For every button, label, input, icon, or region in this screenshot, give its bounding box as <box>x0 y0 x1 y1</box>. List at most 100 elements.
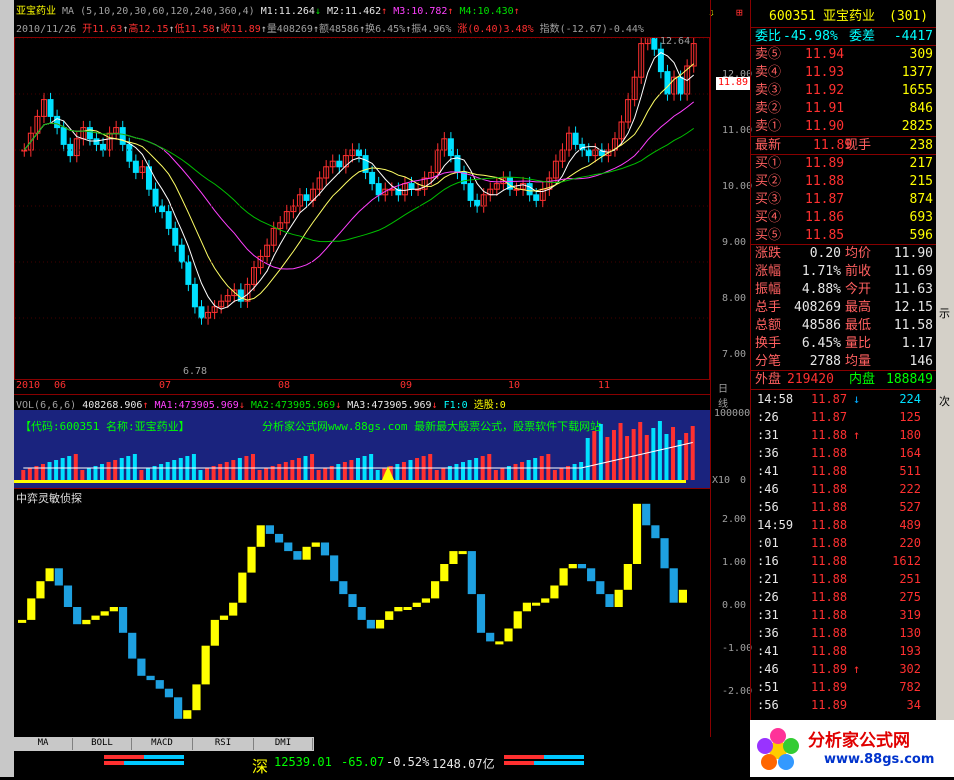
candle-body <box>651 20 658 50</box>
stat-row: 总额 48586 最低 11.58 <box>753 317 935 335</box>
volume-bar <box>638 422 643 480</box>
bid-volume: 874 <box>909 192 933 207</box>
oscillator-block <box>192 684 201 711</box>
oscillator-block <box>651 525 660 539</box>
tab-macd[interactable]: MACD <box>132 738 193 750</box>
candle-body <box>86 127 93 140</box>
candle-body <box>54 115 61 129</box>
volume-bar <box>520 462 525 480</box>
oscillator-block <box>339 581 348 595</box>
bid-label: 买⑤ <box>755 228 782 243</box>
stock-name: 亚宝药业 <box>16 6 56 17</box>
ask-volume: 846 <box>909 101 933 116</box>
tick-price: 11.87 <box>811 392 848 406</box>
right-scrollbar[interactable]: 示 次 <box>936 0 954 737</box>
tab-dmi[interactable]: DMI <box>254 738 313 750</box>
tab-boll[interactable]: BOLL <box>73 738 132 750</box>
oscillator-block <box>366 619 375 629</box>
ask-label: 卖⑤ <box>755 47 782 62</box>
tick-time: :31 <box>757 428 779 442</box>
stat-row: 分笔 2788 均量 146 <box>753 353 935 371</box>
bar-amount: 额48586 <box>318 24 360 35</box>
stat-label: 最低 <box>845 318 872 333</box>
quote-outer-row: 外盘 219420 内盘 188849 <box>755 372 933 387</box>
volume-panel[interactable]: 【代码:600351 名称:亚宝药业】 分析家公式网www.88gs.com 最… <box>14 410 710 489</box>
status-amount: 1248.07亿 <box>432 757 495 771</box>
tick-price: 11.88 <box>811 572 848 586</box>
stat-label: 最高 <box>845 300 872 315</box>
kline-chart[interactable] <box>14 14 710 380</box>
stat-label: 量比 <box>845 336 872 351</box>
status-index: 12539.01 <box>274 755 332 769</box>
tick-price: 11.88 <box>811 428 848 442</box>
oscillator-block <box>265 525 274 534</box>
candle-body <box>474 199 481 207</box>
status-pct: -0.52% <box>386 755 430 769</box>
ma-m4: M4:10.430 <box>459 6 514 17</box>
bar-close: 收11.89 <box>220 24 261 35</box>
oscillator-block <box>54 568 63 586</box>
oscillator-block <box>522 602 531 612</box>
volume-bar <box>310 454 315 480</box>
stat-label: 换手 <box>755 336 782 351</box>
volume-bar <box>434 470 439 480</box>
bid-volume: 217 <box>909 156 933 171</box>
tick-row: :46 11.89 ↑ 302 <box>753 660 935 678</box>
scroll-label-0: 示 <box>939 307 950 320</box>
candle-body <box>191 283 198 308</box>
volume-bar <box>644 435 649 480</box>
oscillator-block <box>660 538 669 569</box>
oscillator-block <box>431 581 440 599</box>
tick-time: :51 <box>757 680 779 694</box>
bar-vol: 量408269 <box>266 24 313 35</box>
volume-bar <box>585 438 590 480</box>
volume-bar <box>47 462 52 480</box>
bid-row: 买④ 11.86 693 <box>753 209 935 227</box>
volume-bar <box>224 462 229 480</box>
oscillator-block <box>357 607 366 620</box>
candle-body <box>336 160 343 168</box>
ad-site: 分析家公式网www.88gs.com 最新最大股票公式，股票软件下载网站 <box>262 420 602 433</box>
oscillator-block <box>623 564 632 590</box>
candle-body <box>126 143 133 162</box>
tick-price: 11.88 <box>811 608 848 622</box>
oscillator-block <box>183 710 192 719</box>
oscillator-block <box>293 551 302 560</box>
oscillator-block <box>27 598 36 620</box>
volume-bar <box>474 458 479 480</box>
oscillator-block <box>669 568 678 603</box>
bid-row: 买⑤ 11.85 596 <box>753 227 935 245</box>
candle-body <box>408 183 415 190</box>
oscillator-panel[interactable] <box>14 490 715 737</box>
candle-body <box>303 194 310 201</box>
ask-row: 卖④ 11.93 1377 <box>753 64 935 82</box>
oscillator-block <box>174 697 183 719</box>
volume-bar <box>579 462 584 480</box>
stat-label: 涨幅 <box>755 264 782 279</box>
oscillator-block <box>559 568 568 586</box>
quote-wb-row: 委比 -45.98% 委差 -4417 <box>755 29 933 44</box>
bar-low: 低11.58 <box>174 24 215 35</box>
oscillator-block <box>550 585 559 599</box>
volume-bar <box>533 458 538 480</box>
oscillator-block <box>421 598 431 603</box>
tab-ma[interactable]: MA <box>14 738 73 750</box>
volume-bar <box>277 464 282 480</box>
tick-price: 11.88 <box>811 644 848 658</box>
oscillator-block <box>541 598 550 603</box>
stat-value: 0.20 <box>809 246 841 261</box>
oscillator-block <box>146 675 155 681</box>
tab-rsi[interactable]: RSI <box>193 738 254 750</box>
bar-turnover: 换6.45% <box>365 24 406 35</box>
date-tick-0: 2010 <box>16 380 41 391</box>
oscillator-block <box>531 602 541 606</box>
tick-row: :41 11.88 193 <box>753 642 935 660</box>
quote-panel: 600351 亚宝药业 (301) 委比 -45.98% 委差 -4417 卖⑤… <box>750 0 937 737</box>
volume-bar <box>395 464 400 480</box>
volume-bar <box>205 468 210 480</box>
status-bar: 深 12539.01 -65.07 -0.52% 1248.07亿 <box>14 751 754 777</box>
tick-row: :36 11.88 130 <box>753 624 935 642</box>
tick-volume: 164 <box>899 446 921 460</box>
ask-price: 11.94 <box>805 47 845 62</box>
status-market: 深 <box>252 757 269 776</box>
